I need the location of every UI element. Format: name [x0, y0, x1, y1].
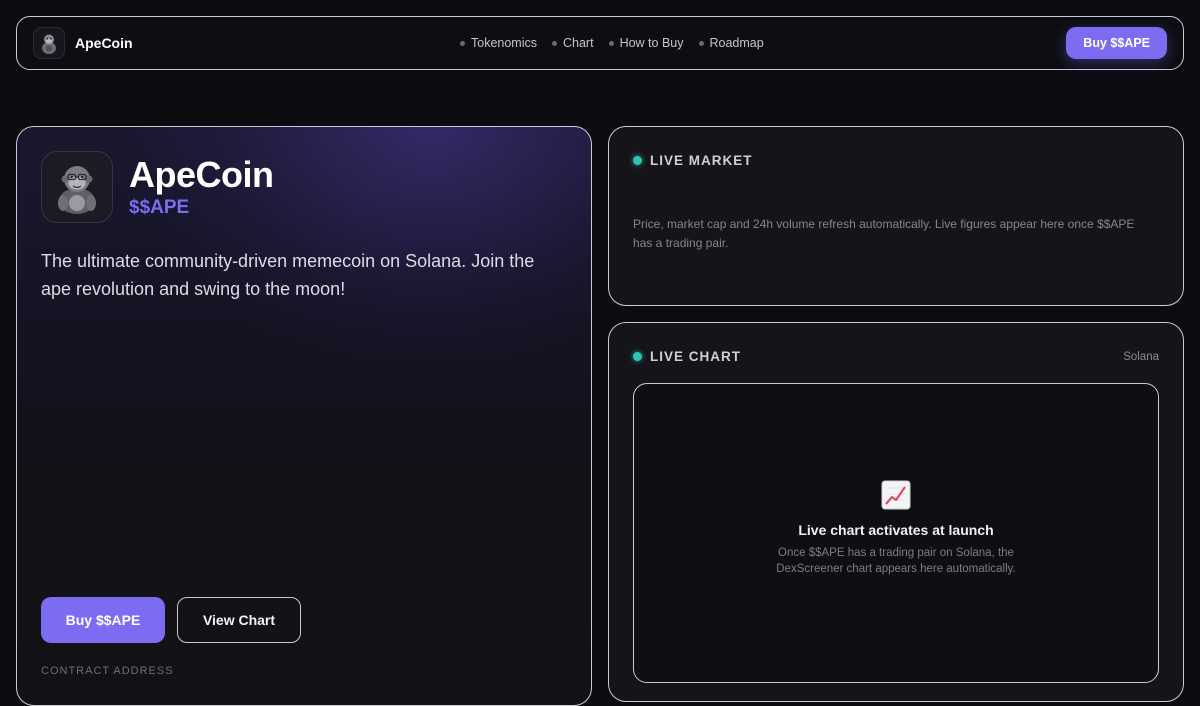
live-chart-card: LIVE CHART Solana Live chart activates a… — [608, 322, 1184, 702]
live-market-card: LIVE MARKET Price, market cap and 24h vo… — [608, 126, 1184, 306]
chain-label: Solana — [1123, 351, 1159, 363]
nav-link-how-to-buy[interactable]: How to Buy — [608, 36, 684, 50]
nav-link-roadmap[interactable]: Roadmap — [698, 36, 764, 50]
bullet-icon — [552, 40, 557, 46]
nav-link-chart[interactable]: Chart — [552, 36, 594, 50]
nav-links: Tokenomics Chart How to Buy Roadmap — [460, 36, 764, 50]
hero-header: ApeCoin $$APE — [41, 151, 274, 223]
hero-description: The ultimate community-driven memecoin o… — [41, 251, 535, 299]
bullet-icon — [460, 40, 465, 46]
bullet-icon — [608, 40, 614, 46]
live-market-title: LIVE MARKET — [650, 153, 753, 168]
chart-increasing-icon — [881, 480, 911, 510]
chart-embed-placeholder: Live chart activates at launch Once $$AP… — [633, 383, 1159, 683]
live-chart-heading: LIVE CHART — [633, 349, 741, 364]
nav-link-label: Chart — [563, 36, 594, 50]
live-indicator-icon — [633, 156, 642, 165]
hero-title: ApeCoin — [129, 154, 274, 195]
brand-name: ApeCoin — [75, 35, 133, 51]
hero-ticker: $$APE — [129, 197, 190, 218]
hero-actions: Buy $$APE View Chart — [41, 597, 301, 643]
view-chart-button[interactable]: View Chart — [177, 597, 301, 643]
bullet-icon — [698, 40, 704, 46]
nav-link-tokenomics[interactable]: Tokenomics — [460, 36, 537, 50]
chart-empty-text: Once $$APE has a trading pair on Solana,… — [776, 547, 1016, 575]
chart-empty-title: Live chart activates at launch — [798, 522, 994, 538]
chart-empty-state: Live chart activates at launch Once $$AP… — [634, 480, 1158, 577]
live-indicator-icon — [633, 352, 642, 361]
hero-title-block: ApeCoin $$APE — [129, 155, 274, 219]
contract-address-label: CONTRACT ADDRESS — [41, 665, 174, 677]
live-market-description: Price, market cap and 24h volume refresh… — [633, 217, 1135, 250]
nav-link-label: Tokenomics — [471, 36, 537, 50]
buy-button[interactable]: Buy $$APE — [41, 597, 165, 643]
nav-buy-button[interactable]: Buy $$APE — [1066, 27, 1167, 59]
nav-link-label: Roadmap — [709, 36, 764, 50]
gorilla-icon — [41, 151, 113, 223]
nav-link-label: How to Buy — [619, 36, 684, 50]
hero-card: ApeCoin $$APE The ultimate community-dri… — [16, 126, 592, 706]
brand[interactable]: ApeCoin — [33, 27, 133, 59]
top-navbar: ApeCoin Tokenomics Chart How to Buy Road… — [16, 16, 1184, 70]
live-chart-title: LIVE CHART — [650, 349, 741, 364]
live-market-heading: LIVE MARKET — [633, 153, 753, 168]
gorilla-icon — [33, 27, 65, 59]
